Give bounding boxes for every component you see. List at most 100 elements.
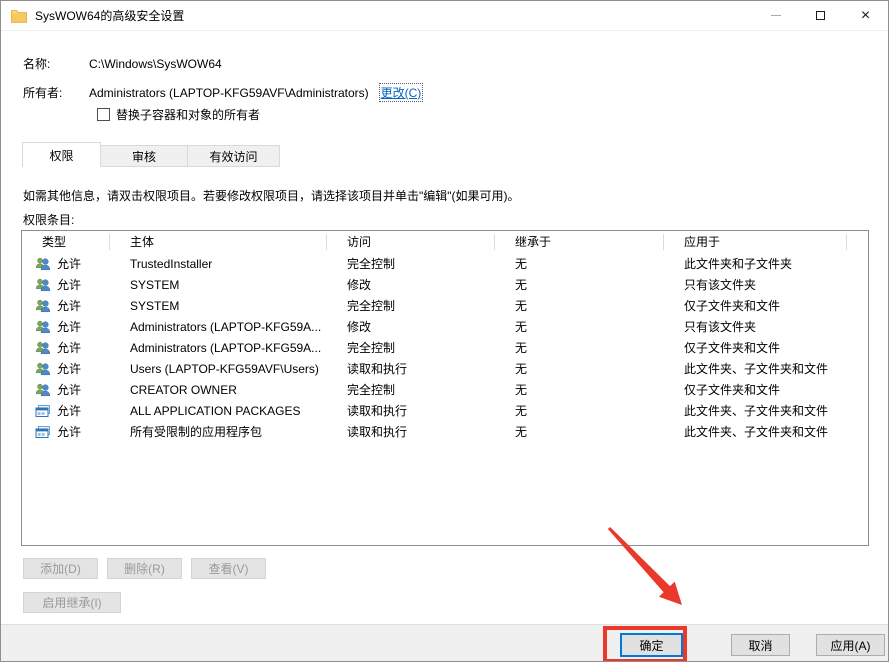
- owner-label: 所有者:: [23, 86, 63, 100]
- title-bar: SysWOW64的高级安全设置 ×: [1, 1, 888, 31]
- entry-type: 允许: [57, 278, 82, 292]
- entry-principal: Administrators (LAPTOP-KFG59A...: [130, 340, 322, 355]
- entry-applies-to: 仅子文件夹和文件: [684, 299, 781, 313]
- entry-type: 允许: [57, 341, 82, 355]
- entry-principal: Administrators (LAPTOP-KFG59A...: [130, 319, 322, 334]
- entry-principal: SYSTEM: [130, 277, 180, 292]
- entry-inherited-from: 无: [515, 278, 528, 292]
- entry-type-cell: 允许: [22, 318, 110, 335]
- entry-access: 修改: [347, 278, 372, 292]
- entry-type-cell: 允许: [22, 297, 110, 314]
- table-row[interactable]: 允许 ALL APPLICATION PACKAGES 读取和执行 无 此文件夹、子文件…: [22, 400, 868, 421]
- change-owner-link[interactable]: 更改(C): [378, 83, 424, 102]
- table-row[interactable]: 允许 Administrators (LAPTOP-KFG59A... 修改 无 只有该…: [22, 316, 868, 337]
- entry-type-cell: 允许: [22, 423, 110, 440]
- entry-inherited-from: 无: [515, 257, 528, 271]
- table-row[interactable]: 允许 SYSTEM 完全控制 无 仅子文件夹和文件: [22, 295, 868, 316]
- users-icon: [35, 319, 51, 335]
- owner-row: 所有者: Administrators (LAPTOP-KFG59AVF\Adm…: [23, 83, 424, 102]
- column-header-principal[interactable]: 主体: [110, 234, 327, 250]
- entry-applies-to: 仅子文件夹和文件: [684, 383, 781, 397]
- entry-principal: ALL APPLICATION PACKAGES: [130, 403, 301, 418]
- entry-principal: CREATOR OWNER: [130, 382, 237, 397]
- permission-entries-label: 权限条目:: [23, 213, 75, 227]
- table-row[interactable]: 允许 TrustedInstaller 完全控制 无 此文件夹和子文件夹: [22, 253, 868, 274]
- entry-type-cell: 允许: [22, 276, 110, 293]
- users-icon: [35, 382, 51, 398]
- folder-icon: [11, 9, 27, 23]
- enable-inheritance-button[interactable]: 启用继承(I): [23, 592, 121, 613]
- entry-type: 允许: [57, 425, 82, 439]
- permissions-table: 类型 主体 访问 继承于 应用于 允许 TrustedInstaller 完全控制无…: [21, 230, 869, 546]
- entry-type-cell: 允许: [22, 402, 110, 419]
- entry-type: 允许: [57, 404, 82, 418]
- entry-applies-to: 此文件夹和子文件夹: [684, 257, 793, 271]
- entry-inherited-from: 无: [515, 425, 528, 439]
- add-button[interactable]: 添加(D): [23, 558, 98, 579]
- users-icon: [35, 361, 51, 377]
- remove-button[interactable]: 删除(R): [107, 558, 182, 579]
- entry-type-cell: 允许: [22, 339, 110, 356]
- minimize-button[interactable]: [753, 1, 798, 31]
- maximize-button[interactable]: [798, 1, 843, 31]
- column-header-type[interactable]: 类型: [22, 234, 110, 250]
- tab-permissions[interactable]: 权限: [22, 142, 101, 167]
- tab-auditing-label: 审核: [131, 149, 156, 164]
- entry-applies-to: 此文件夹、子文件夹和文件: [684, 425, 829, 439]
- table-row[interactable]: 允许 Administrators (LAPTOP-KFG59A... 完全控制 无 仅…: [22, 337, 868, 358]
- entry-inherited-from: 无: [515, 341, 528, 355]
- table-row[interactable]: 允许 Users (LAPTOP-KFG59AVF\Users) 读取和执行 无 此文件…: [22, 358, 868, 379]
- view-button[interactable]: 查看(V): [191, 558, 266, 579]
- permissions-table-body: 允许 TrustedInstaller 完全控制无此文件夹和子文件夹 允许 SYSTE…: [22, 253, 868, 442]
- advanced-security-settings-dialog: SysWOW64的高级安全设置 × 名称: C:\Windows\SysWOW6…: [0, 0, 889, 662]
- table-row[interactable]: 允许 所有受限制的应用程序包 读取和执行 无 此文件夹、子文件夹和文件: [22, 421, 868, 442]
- app-package-icon: [35, 403, 51, 419]
- entry-applies-to: 只有该文件夹: [684, 278, 757, 292]
- entry-type-cell: 允许: [22, 360, 110, 377]
- entry-type: 允许: [57, 383, 82, 397]
- ok-button[interactable]: 确定: [620, 633, 683, 657]
- name-label: 名称:: [23, 57, 51, 71]
- users-icon: [35, 277, 51, 293]
- name-value: C:\Windows\SysWOW64: [89, 56, 222, 71]
- entry-type: 允许: [57, 257, 82, 271]
- entry-access: 读取和执行: [347, 425, 408, 439]
- users-icon: [35, 256, 51, 272]
- column-header-applies-to[interactable]: 应用于: [664, 234, 847, 250]
- close-button[interactable]: ×: [843, 1, 888, 31]
- users-icon: [35, 298, 51, 314]
- replace-owner-label: 替换子容器和对象的所有者: [116, 108, 261, 122]
- entry-applies-to: 此文件夹、子文件夹和文件: [684, 404, 829, 418]
- close-icon: ×: [860, 6, 871, 24]
- entry-inherited-from: 无: [515, 320, 528, 334]
- entry-inherited-from: 无: [515, 299, 528, 313]
- tab-auditing[interactable]: 审核: [100, 145, 188, 167]
- entry-applies-to: 只有该文件夹: [684, 320, 757, 334]
- entry-type-cell: 允许: [22, 381, 110, 398]
- entry-access: 完全控制: [347, 383, 396, 397]
- permissions-table-header: 类型 主体 访问 继承于 应用于: [22, 231, 868, 253]
- owner-value: Administrators (LAPTOP-KFG59AVF\Administ…: [89, 85, 369, 100]
- column-header-access[interactable]: 访问: [327, 234, 495, 250]
- entry-applies-to: 此文件夹、子文件夹和文件: [684, 362, 829, 376]
- cancel-button[interactable]: 取消: [731, 634, 790, 656]
- replace-owner-checkbox[interactable]: [97, 108, 110, 121]
- maximize-icon: [816, 11, 825, 20]
- entry-access: 读取和执行: [347, 404, 408, 418]
- entry-type: 允许: [57, 299, 82, 313]
- entry-action-buttons: 添加(D) 删除(R) 查看(V): [23, 558, 266, 579]
- table-row[interactable]: 允许 SYSTEM 修改 无 只有该文件夹: [22, 274, 868, 295]
- tab-effective-access[interactable]: 有效访问: [187, 145, 280, 167]
- replace-owner-row: 替换子容器和对象的所有者: [97, 106, 260, 123]
- column-header-inherited-from[interactable]: 继承于: [495, 234, 664, 250]
- entry-inherited-from: 无: [515, 362, 528, 376]
- apply-button[interactable]: 应用(A): [816, 634, 885, 656]
- table-row[interactable]: 允许 CREATOR OWNER 完全控制 无 仅子文件夹和文件: [22, 379, 868, 400]
- entry-access: 完全控制: [347, 341, 396, 355]
- entry-type-cell: 允许: [22, 255, 110, 272]
- users-icon: [35, 340, 51, 356]
- window-title: SysWOW64的高级安全设置: [35, 9, 185, 23]
- entry-principal: SYSTEM: [130, 298, 180, 313]
- tab-effective-access-label: 有效访问: [209, 149, 258, 164]
- instruction-text: 如需其他信息，请双击权限项目。若要修改权限项目，请选择该项目并单击"编辑"(如果…: [23, 189, 520, 203]
